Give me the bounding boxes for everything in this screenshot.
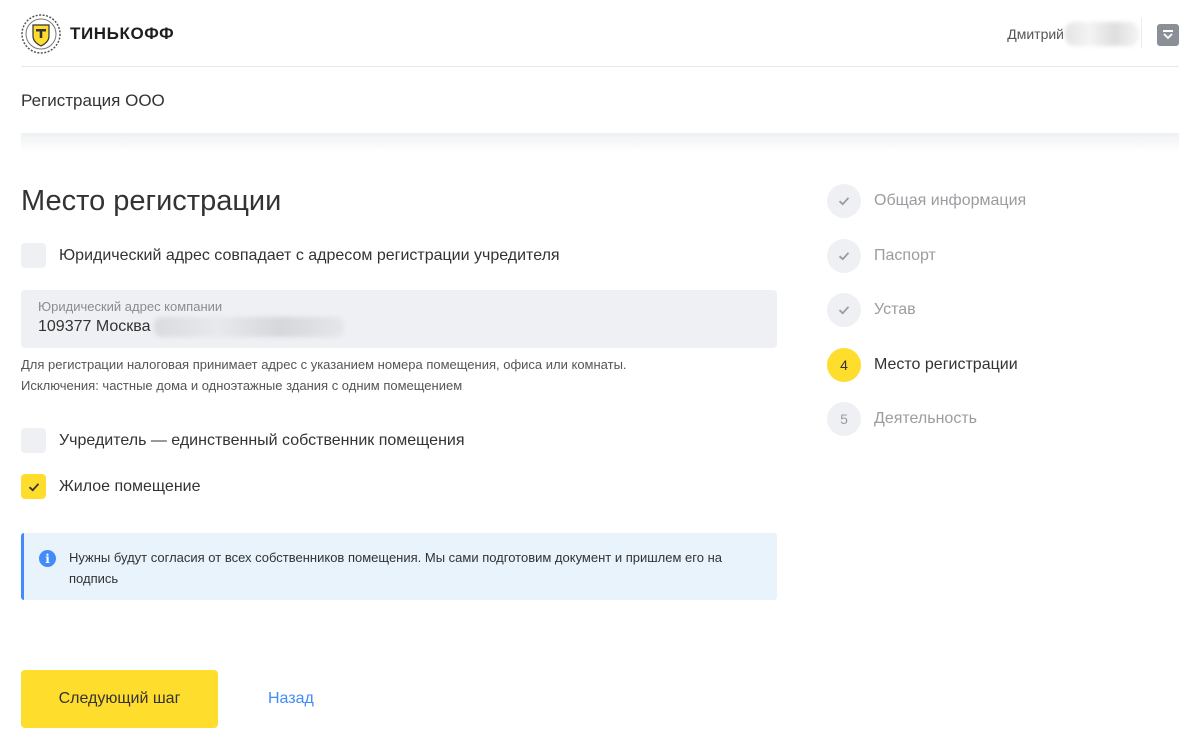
checkbox-box[interactable] bbox=[21, 428, 46, 453]
step-passport[interactable]: Паспорт bbox=[827, 239, 936, 273]
top-bar: ТИНЬКОФФ Дмитрий bbox=[21, 0, 1179, 67]
logo[interactable]: ТИНЬКОФФ bbox=[21, 14, 174, 54]
check-icon bbox=[28, 482, 39, 491]
address-input-value[interactable]: 109377 Москва bbox=[38, 317, 150, 337]
address-hint: Для регистрации налоговая принимает адре… bbox=[21, 354, 627, 396]
user-name[interactable]: Дмитрий bbox=[1007, 26, 1064, 42]
step-circle bbox=[827, 239, 861, 273]
subheader: Регистрация ООО bbox=[21, 67, 1179, 135]
checkbox-box[interactable] bbox=[21, 474, 46, 499]
step-label: Место регистрации bbox=[874, 356, 1018, 373]
subheader-shadow bbox=[21, 133, 1179, 151]
header-divider bbox=[1141, 18, 1142, 48]
step-charter[interactable]: Устав bbox=[827, 293, 916, 327]
step-label: Общая информация bbox=[874, 192, 1027, 209]
address-blurred bbox=[154, 317, 345, 337]
checkbox-box[interactable] bbox=[21, 243, 46, 268]
next-step-button[interactable]: Следующий шаг bbox=[21, 670, 218, 728]
info-icon: i bbox=[39, 550, 56, 567]
brand-name: ТИНЬКОФФ bbox=[70, 24, 175, 43]
sole-owner-checkbox[interactable]: Учредитель — единственный собственник по… bbox=[21, 428, 465, 453]
check-icon bbox=[838, 197, 850, 206]
section-title: Место регистрации bbox=[21, 185, 282, 217]
check-icon bbox=[838, 306, 850, 315]
info-notice: i Нужны будут согласия от всех собственн… bbox=[21, 533, 777, 600]
user-menu-button[interactable] bbox=[1157, 24, 1179, 46]
residential-checkbox[interactable]: Жилое помещение bbox=[21, 474, 200, 499]
field-label: Юридический адрес компании bbox=[38, 299, 223, 314]
page-title: Регистрация ООО bbox=[21, 91, 165, 110]
step-circle bbox=[827, 293, 861, 327]
step-label: Паспорт bbox=[874, 247, 936, 264]
chevron-down-icon bbox=[1163, 30, 1173, 40]
info-text: Нужны будут согласия от всех собственник… bbox=[69, 550, 722, 586]
same-address-checkbox[interactable]: Юридический адрес совпадает с адресом ре… bbox=[21, 243, 560, 268]
step-number: 4 bbox=[827, 348, 861, 382]
tinkoff-shield-icon bbox=[21, 14, 61, 54]
checkbox-label: Жилое помещение bbox=[59, 477, 201, 495]
hint-line: Для регистрации налоговая принимает адре… bbox=[21, 357, 627, 372]
checkbox-label: Учредитель — единственный собственник по… bbox=[59, 431, 465, 449]
back-link[interactable]: Назад bbox=[268, 690, 314, 708]
user-surname-blurred bbox=[1065, 22, 1139, 46]
step-label: Деятельность bbox=[874, 410, 977, 427]
checkbox-label: Юридический адрес совпадает с адресом ре… bbox=[59, 246, 560, 264]
page: ТИНЬКОФФ Дмитрий Регистрация ООО Место р… bbox=[0, 0, 1200, 755]
step-registration-place[interactable]: 4 Место регистрации bbox=[827, 348, 1018, 382]
step-circle bbox=[827, 184, 861, 218]
step-general-info[interactable]: Общая информация bbox=[827, 184, 1026, 218]
step-activity[interactable]: 5 Деятельность bbox=[827, 402, 977, 436]
step-label: Устав bbox=[874, 301, 916, 318]
hint-line: Исключения: частные дома и одноэтажные з… bbox=[21, 378, 463, 393]
check-icon bbox=[838, 252, 850, 261]
step-number: 5 bbox=[827, 402, 861, 436]
legal-address-field[interactable]: Юридический адрес компании 109377 Москва bbox=[21, 290, 777, 348]
